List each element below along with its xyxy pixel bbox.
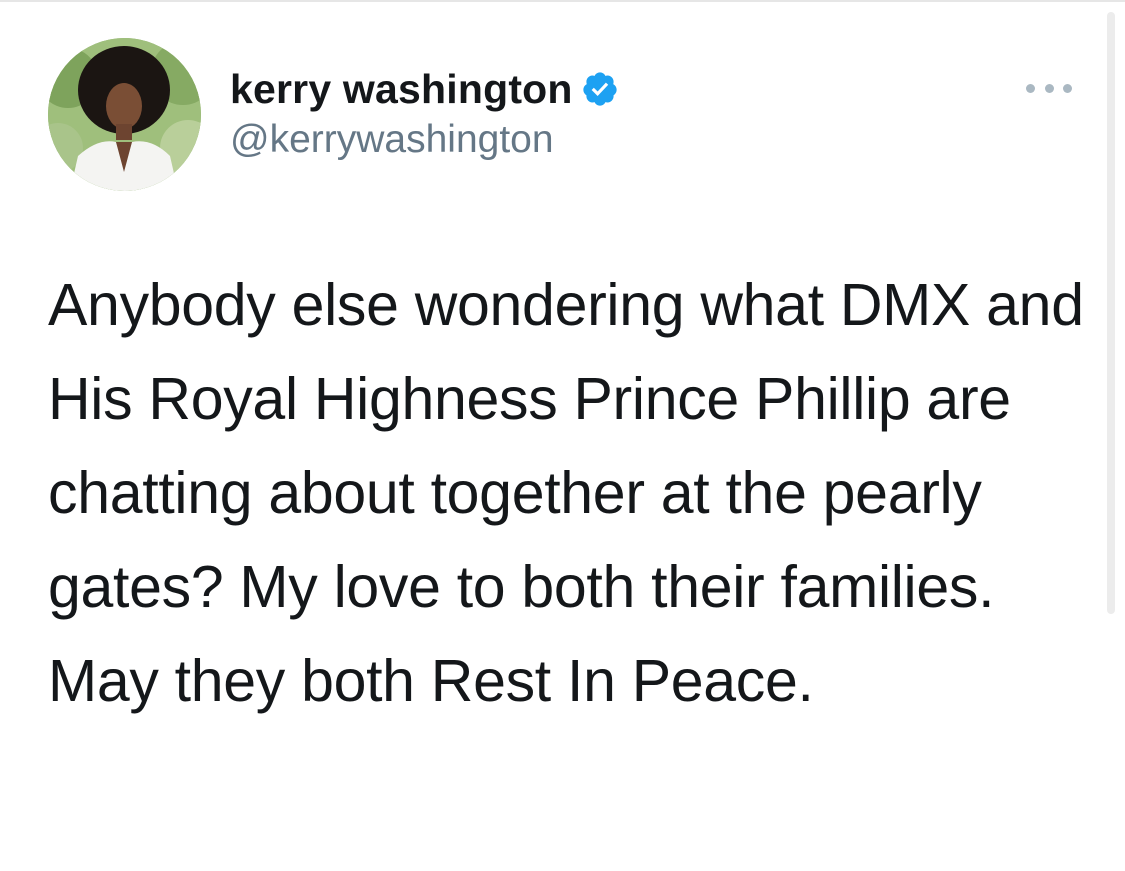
tweet-header: kerry washington @kerrywashington bbox=[48, 38, 1088, 193]
avatar-photo bbox=[48, 38, 201, 191]
avatar[interactable] bbox=[48, 38, 201, 191]
tweet-card[interactable]: kerry washington @kerrywashington Anybod… bbox=[48, 38, 1088, 714]
tweet-text: Anybody else wondering what DMX and His … bbox=[48, 272, 1084, 714]
more-dot bbox=[1044, 83, 1054, 93]
scrollbar[interactable] bbox=[1107, 12, 1115, 614]
top-divider bbox=[0, 0, 1125, 2]
author-names: kerry washington @kerrywashington bbox=[230, 64, 619, 162]
author-handle[interactable]: @kerrywashington bbox=[230, 118, 619, 162]
more-dot bbox=[1026, 83, 1035, 93]
verified-badge-icon bbox=[581, 70, 619, 108]
more-options-icon[interactable] bbox=[1026, 80, 1072, 96]
more-dot bbox=[1063, 83, 1072, 93]
display-name-row: kerry washington bbox=[230, 64, 619, 114]
display-name[interactable]: kerry washington bbox=[230, 66, 573, 113]
